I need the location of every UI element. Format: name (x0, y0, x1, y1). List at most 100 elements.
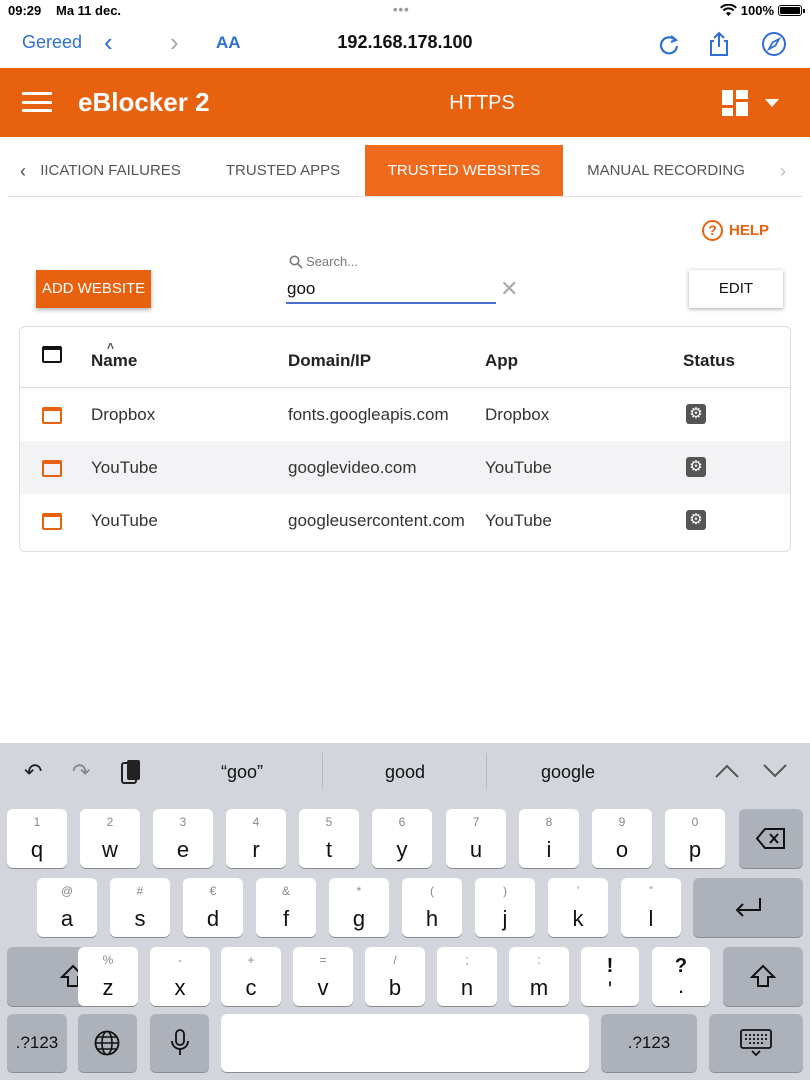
key-o[interactable]: 9o (592, 809, 652, 868)
wifi-icon (719, 4, 737, 16)
row-domain: googlevideo.com (288, 458, 417, 477)
battery-icon (778, 5, 805, 16)
status-date: Ma 11 dec. (56, 3, 122, 18)
table-row[interactable]: YouTube googleusercontent.com YouTube ⚙ (20, 494, 790, 547)
hide-keyboard-key[interactable] (709, 1014, 803, 1072)
suggestion-1[interactable]: “goo” (162, 762, 322, 783)
shift-icon (750, 964, 776, 987)
key-e[interactable]: 3e (153, 809, 213, 868)
tab-bar: ‹ IICATION FAILURES TRUSTED APPS TRUSTED… (8, 145, 802, 197)
header-domain[interactable]: Domain/IP (288, 351, 371, 371)
address-bar[interactable]: 192.168.178.100 (0, 32, 810, 53)
key-question[interactable]: ?. (652, 947, 710, 1006)
numbers-key-left[interactable]: .?123 (7, 1014, 67, 1072)
help-link[interactable]: ? HELP (702, 220, 769, 241)
dictation-key[interactable] (150, 1014, 209, 1072)
reload-icon[interactable] (655, 30, 683, 58)
header-app[interactable]: App (485, 351, 518, 371)
window-icon[interactable] (42, 513, 62, 530)
page-title: HTTPS (449, 92, 515, 114)
key-z-visual[interactable]: % z (78, 947, 138, 1006)
key-k[interactable]: ’ k (548, 878, 608, 937)
multitasking-dots-icon[interactable]: ••• (393, 2, 410, 17)
key-exclamation[interactable]: ! ' (581, 947, 639, 1006)
table-row[interactable]: Dropbox fonts.googleapis.com Dropbox ⚙ (20, 388, 790, 441)
key-j[interactable]: ) j (475, 878, 535, 937)
tab-manual-recording[interactable]: MANUAL RECORDING (576, 145, 756, 196)
chevron-right-icon[interactable]: › (780, 161, 786, 182)
clear-icon[interactable]: ✕ (500, 276, 518, 302)
return-key[interactable] (693, 878, 803, 937)
settings-icon[interactable]: ⚙ (686, 404, 706, 424)
settings-icon[interactable]: ⚙ (686, 457, 706, 477)
key-m[interactable]: :m (509, 947, 569, 1006)
window-icon[interactable] (42, 407, 62, 424)
compass-icon[interactable] (760, 30, 788, 58)
key-v[interactable]: = v (293, 947, 353, 1006)
shift-key-right[interactable] (723, 947, 803, 1006)
row-name: YouTube (91, 511, 158, 530)
back-icon[interactable]: ‹ (104, 27, 113, 58)
return-icon (735, 898, 761, 917)
globe-icon (94, 1030, 120, 1056)
row-domain: googleusercontent.com (288, 511, 465, 530)
row-app: Dropbox (485, 405, 550, 424)
redo-icon[interactable]: ↷ (72, 759, 90, 785)
share-icon[interactable] (705, 30, 733, 58)
key-n[interactable]: ; n (437, 947, 497, 1006)
tab-trusted-apps[interactable]: TRUSTED APPS (204, 145, 362, 196)
key-l[interactable]: ” l (621, 878, 681, 937)
edit-button[interactable]: EDIT (689, 270, 783, 308)
chevron-up-icon[interactable] (714, 763, 740, 779)
backspace-key[interactable] (739, 809, 803, 868)
key-w[interactable]: 2w (80, 809, 140, 868)
search-input[interactable] (286, 275, 496, 304)
add-website-button[interactable]: ADD WEBSITE (36, 270, 151, 308)
key-g[interactable]: * g (329, 878, 389, 937)
key-a[interactable]: @ a (37, 878, 97, 937)
select-all-icon[interactable] (42, 346, 62, 363)
key-s[interactable]: # s (110, 878, 170, 937)
row-app: YouTube (485, 511, 552, 530)
tab-trusted-websites[interactable]: TRUSTED WEBSITES (365, 145, 563, 196)
tab-verification-failures[interactable]: IICATION FAILURES (33, 145, 188, 196)
undo-icon[interactable]: ↶ (24, 759, 42, 785)
chevron-left-icon[interactable]: ‹ (20, 161, 26, 182)
help-label: HELP (729, 222, 770, 239)
key-d[interactable]: € d (183, 878, 243, 937)
help-icon: ? (702, 220, 723, 241)
window-icon[interactable] (42, 460, 62, 477)
done-button[interactable]: Gereed (22, 32, 82, 53)
key-c[interactable]: + c (221, 947, 281, 1006)
header-name[interactable]: Name (91, 351, 137, 371)
header-status[interactable]: Status (683, 351, 735, 371)
key-h[interactable]: (h (402, 878, 462, 937)
row-name: Dropbox (91, 405, 156, 424)
key-i[interactable]: 8i (519, 809, 579, 868)
suggestion-3[interactable]: google (488, 762, 648, 783)
dashboard-icon[interactable] (722, 90, 748, 116)
row-name: YouTube (91, 458, 158, 477)
key-f[interactable]: & f (256, 878, 316, 937)
numbers-key-right[interactable]: .?123 (601, 1014, 697, 1072)
text-size-button[interactable]: AA (216, 33, 241, 53)
key-y[interactable]: 6y (372, 809, 432, 868)
key-p[interactable]: 0p (665, 809, 725, 868)
suggestion-2[interactable]: good (324, 762, 486, 783)
chevron-down-icon[interactable] (762, 763, 788, 779)
key-t[interactable]: 5t (299, 809, 359, 868)
key-x[interactable]: -x (150, 947, 210, 1006)
key-q[interactable]: 1q (7, 809, 67, 868)
paste-icon[interactable] (120, 758, 142, 786)
key-r[interactable]: 4r (226, 809, 286, 868)
forward-icon[interactable]: › (170, 27, 179, 58)
key-u[interactable]: 7u (446, 809, 506, 868)
table-row[interactable]: YouTube googlevideo.com YouTube ⚙ (20, 441, 790, 494)
menu-icon[interactable] (22, 92, 52, 112)
key-b[interactable]: / b (365, 947, 425, 1006)
app-header: eBlocker 2 HTTPS (0, 68, 810, 137)
settings-icon[interactable]: ⚙ (686, 510, 706, 530)
chevron-down-icon[interactable] (765, 99, 779, 107)
space-key[interactable] (221, 1014, 589, 1072)
globe-key[interactable] (78, 1014, 137, 1072)
